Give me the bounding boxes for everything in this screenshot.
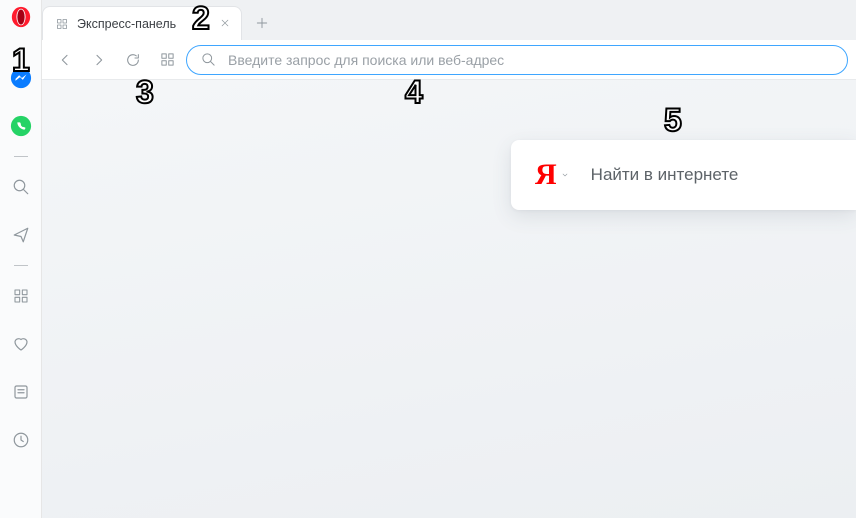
reload-button[interactable] (118, 45, 148, 75)
grid-icon (56, 18, 68, 30)
speeddial-page: Я Найти в интернете (42, 80, 856, 518)
tab-strip: Экспресс-панель (42, 0, 856, 40)
toolbar (42, 40, 856, 80)
sidebar-item-search[interactable] (5, 170, 37, 204)
sidebar (0, 0, 42, 518)
opera-icon (10, 6, 32, 28)
magnifier-icon (12, 178, 30, 196)
address-input[interactable] (226, 51, 833, 69)
caret-down-icon (561, 171, 569, 179)
close-icon (220, 18, 230, 28)
new-tab-button[interactable] (246, 7, 278, 39)
search-provider-caret[interactable] (561, 171, 569, 179)
reload-icon (125, 52, 141, 68)
plus-icon (255, 16, 269, 30)
tab-speeddial[interactable]: Экспресс-панель (42, 6, 242, 40)
grid-icon (160, 52, 175, 67)
address-bar[interactable] (186, 45, 848, 75)
messenger-icon (10, 67, 32, 89)
speeddial-search-card[interactable]: Я Найти в интернете (511, 140, 856, 210)
send-icon (12, 226, 30, 244)
news-icon (12, 383, 30, 401)
sidebar-item-whatsapp[interactable] (5, 109, 37, 143)
sidebar-separator (14, 156, 28, 157)
sidebar-item-news[interactable] (5, 375, 37, 409)
magnifier-icon (201, 52, 216, 67)
forward-button[interactable] (84, 45, 114, 75)
speeddial-button[interactable] (152, 45, 182, 75)
grid-icon (13, 288, 29, 304)
sidebar-item-flow[interactable] (5, 218, 37, 252)
chevron-right-icon (91, 52, 107, 68)
clock-icon (12, 431, 30, 449)
tab-title: Экспресс-панель (77, 17, 176, 31)
speeddial-search-placeholder: Найти в интернете (591, 165, 739, 185)
chevron-left-icon (57, 52, 73, 68)
sidebar-item-history[interactable] (5, 423, 37, 457)
sidebar-separator (14, 265, 28, 266)
sidebar-item-bookmarks[interactable] (5, 327, 37, 361)
tab-close-button[interactable] (217, 15, 233, 31)
yandex-logo: Я (535, 158, 557, 192)
opera-logo[interactable] (10, 6, 32, 28)
sidebar-item-messenger[interactable] (5, 61, 37, 95)
back-button[interactable] (50, 45, 80, 75)
heart-icon (12, 335, 30, 353)
whatsapp-icon (10, 115, 32, 137)
tab-favicon (55, 17, 69, 31)
sidebar-item-speeddial[interactable] (5, 279, 37, 313)
